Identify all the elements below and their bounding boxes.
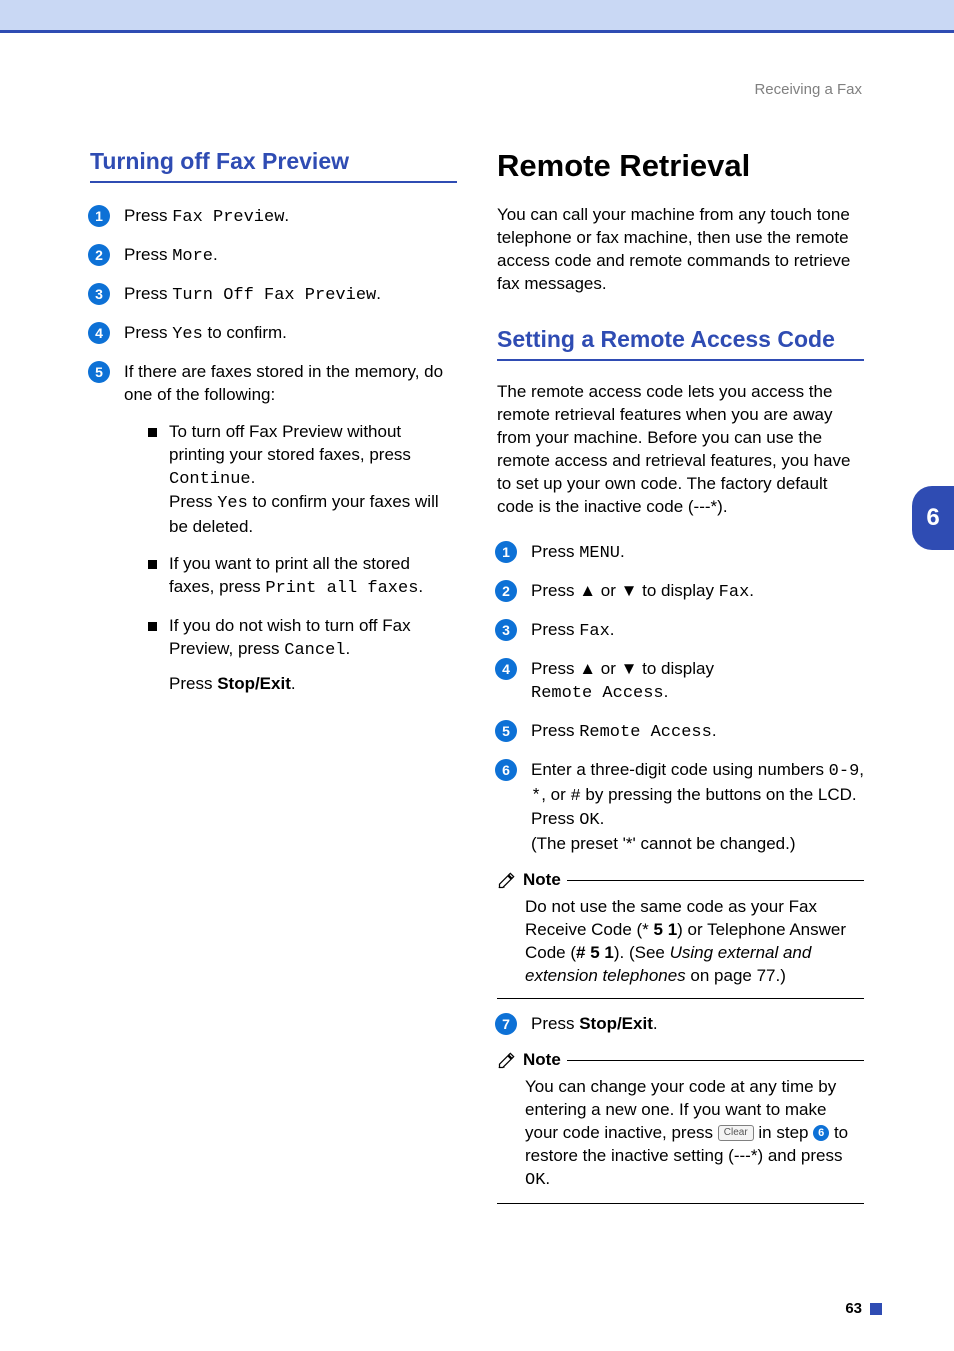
note-title: Note [523,1050,561,1070]
note-pencil-icon [497,870,517,890]
step-body: Press Stop/Exit. [531,1013,864,1036]
step-body: Press MENU. [531,541,864,566]
note-line [567,1060,864,1061]
step-body: Press ▲ or ▼ to display Fax. [531,580,864,605]
note-head: Note [497,870,864,890]
step-body: Press Yes to confirm. [124,322,457,347]
note-end-line [497,1203,864,1204]
inline-step-6-icon: 6 [813,1125,829,1141]
step-1: 1 Press MENU. [497,541,864,566]
top-band [0,0,954,30]
square-bullet-icon [148,428,157,437]
clear-button-icon: Clear [718,1125,754,1141]
step-badge: 3 [88,283,110,305]
note-block-1: Note Do not use the same code as your Fa… [497,870,864,999]
step-5: 5 If there are faxes stored in the memor… [90,361,457,710]
step-badge: 2 [88,244,110,266]
step-body: Press Fax. [531,619,864,644]
step-7: 7 Press Stop/Exit. [497,1013,864,1036]
note-line [567,880,864,881]
heading-rule [497,359,864,361]
right-steps: 1 Press MENU. 2 Press ▲ or ▼ to display … [497,541,864,856]
step-badge: 6 [495,759,517,781]
step-badge: 5 [495,720,517,742]
intro2-paragraph: The remote access code lets you access t… [497,381,864,519]
content-area: Turning off Fax Preview 1 Press Fax Prev… [0,98,954,1212]
page-header: Receiving a Fax [0,33,954,98]
right-h3: Setting a Remote Access Code [497,326,864,354]
step-badge: 4 [88,322,110,344]
left-heading: Turning off Fax Preview [90,148,457,175]
note-pencil-icon [497,1050,517,1070]
note-title: Note [523,870,561,890]
right-column: Remote Retrieval You can call your machi… [497,148,864,1212]
note-body: Do not use the same code as your Fax Rec… [497,890,864,998]
section-title: Receiving a Fax [754,81,862,98]
step-1: 1 Press Fax Preview. [90,205,457,230]
step-body: Press ▲ or ▼ to display Remote Access. [531,658,864,706]
step-badge: 7 [495,1013,517,1035]
note-block-2: Note You can change your code at any tim… [497,1050,864,1204]
step-3: 3 Press Fax. [497,619,864,644]
intro-paragraph: You can call your machine from any touch… [497,204,864,296]
step-5: 5 Press Remote Access. [497,720,864,745]
right-h1: Remote Retrieval [497,148,864,184]
step-2: 2 Press More. [90,244,457,269]
square-bullet-icon [148,622,157,631]
list-item: To turn off Fax Preview without printing… [148,421,457,540]
step-badge: 1 [495,541,517,563]
note-head: Note [497,1050,864,1070]
step-body: Press Fax Preview. [124,205,457,230]
step-badge: 5 [88,361,110,383]
step-badge: 1 [88,205,110,227]
bullet-list: To turn off Fax Preview without printing… [124,421,457,696]
step-body: Enter a three-digit code using numbers 0… [531,759,864,857]
step-3: 3 Press Turn Off Fax Preview. [90,283,457,308]
step-6: 6 Enter a three-digit code using numbers… [497,759,864,857]
step-4: 4 Press ▲ or ▼ to display Remote Access. [497,658,864,706]
step-badge: 2 [495,580,517,602]
chapter-tab: 6 [912,486,954,550]
step-4: 4 Press Yes to confirm. [90,322,457,347]
square-bullet-icon [148,560,157,569]
step-body: Press Remote Access. [531,720,864,745]
right-steps-cont: 7 Press Stop/Exit. [497,1013,864,1036]
note-end-line [497,998,864,999]
page-number-bar [870,1303,882,1315]
step-body: Press More. [124,244,457,269]
left-column: Turning off Fax Preview 1 Press Fax Prev… [90,148,457,1212]
step-body: Press Turn Off Fax Preview. [124,283,457,308]
step-body: If there are faxes stored in the memory,… [124,361,457,710]
step-badge: 3 [495,619,517,641]
note-body: You can change your code at any time by … [497,1070,864,1203]
step-badge: 4 [495,658,517,680]
list-item: If you do not wish to turn off Fax Previ… [148,615,457,696]
left-steps: 1 Press Fax Preview. 2 Press More. 3 Pre… [90,205,457,710]
step-2: 2 Press ▲ or ▼ to display Fax. [497,580,864,605]
page-number: 63 [845,1300,862,1317]
list-item: If you want to print all the stored faxe… [148,553,457,601]
heading-rule [90,181,457,183]
